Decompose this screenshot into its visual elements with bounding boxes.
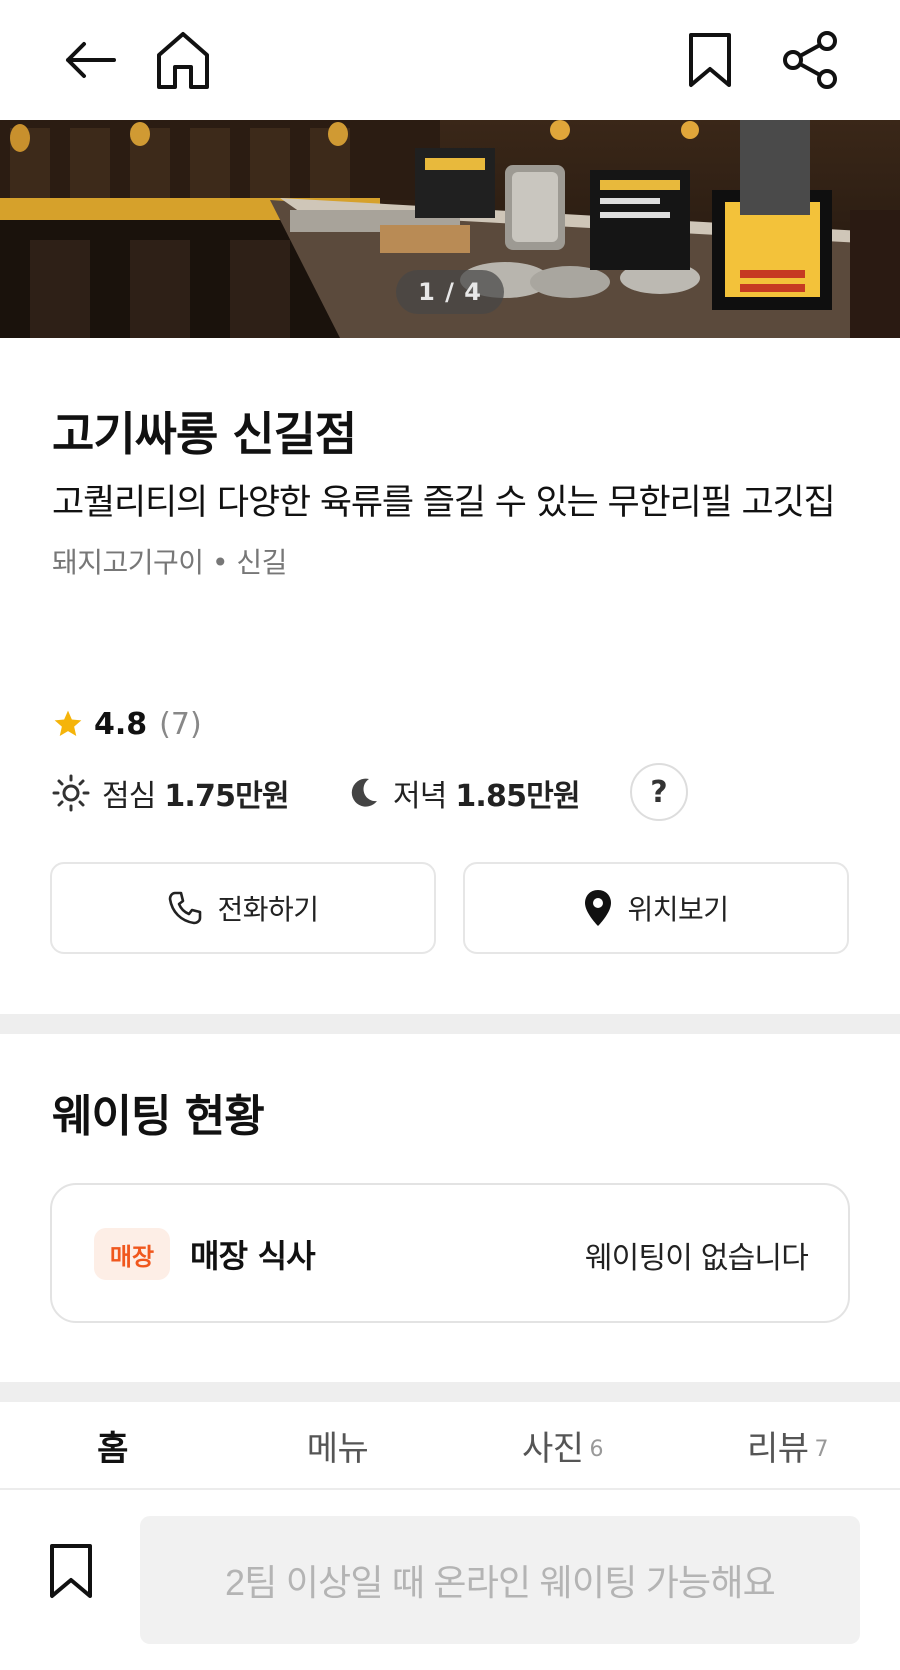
dinner-price: 저녁 1.85만원 bbox=[345, 765, 581, 821]
share-icon bbox=[783, 31, 837, 89]
rating-score: 4.8 bbox=[94, 706, 148, 742]
restaurant-description: 고퀄리티의 다양한 육류를 즐길 수 있는 무한리필 고깃집 bbox=[52, 483, 836, 523]
bookmark-icon bbox=[689, 33, 731, 87]
share-button[interactable] bbox=[775, 25, 845, 95]
waiting-type: 매장 식사 bbox=[190, 1237, 316, 1275]
section-divider bbox=[0, 1014, 900, 1034]
call-button[interactable]: 전화하기 bbox=[50, 862, 436, 954]
sun-icon bbox=[52, 774, 90, 812]
bottom-action-bar: 2팀 이상일 때 온라인 웨이팅 가능해요 bbox=[0, 1492, 900, 1670]
tab-reviews-count: 7 bbox=[814, 1436, 829, 1462]
tab-menu[interactable]: 메뉴 bbox=[225, 1402, 450, 1488]
home-button[interactable] bbox=[148, 25, 218, 95]
home-icon bbox=[157, 32, 209, 89]
back-arrow-icon bbox=[66, 42, 116, 78]
bookmark-button[interactable] bbox=[675, 25, 745, 95]
tab-home[interactable]: 홈 bbox=[0, 1402, 225, 1488]
bookmark-icon bbox=[50, 1544, 92, 1598]
section-divider bbox=[0, 1382, 900, 1402]
waiting-card: 매장 매장 식사 웨이팅이 없습니다 bbox=[50, 1183, 850, 1323]
restaurant-category: 돼지고기구이 • 신길 bbox=[52, 546, 287, 579]
image-counter: 1 / 4 bbox=[396, 270, 504, 314]
phone-icon bbox=[169, 891, 202, 925]
lunch-price: 점심 1.75만원 bbox=[52, 765, 290, 821]
hero-image-carousel[interactable]: 1 / 4 bbox=[0, 120, 900, 338]
top-bar bbox=[0, 0, 900, 120]
tab-photos[interactable]: 사진 6 bbox=[450, 1402, 675, 1488]
star-icon bbox=[54, 710, 82, 736]
review-count: (7) bbox=[159, 706, 202, 742]
dinner-value: 1.85만원 bbox=[455, 779, 580, 814]
tab-reviews-label: 리뷰 bbox=[746, 1428, 809, 1469]
moon-icon bbox=[351, 778, 377, 807]
call-label: 전화하기 bbox=[217, 893, 319, 926]
bottom-bookmark-button[interactable] bbox=[38, 1530, 104, 1612]
back-button[interactable] bbox=[55, 25, 125, 95]
waiting-status: 웨이팅이 없습니다 bbox=[584, 1241, 809, 1276]
rating-row[interactable]: 4.8 (7) bbox=[52, 702, 202, 746]
dinner-label: 저녁 bbox=[393, 779, 447, 814]
tab-photos-label: 사진 bbox=[521, 1428, 584, 1469]
lunch-label: 점심 bbox=[102, 779, 156, 814]
tab-home-label: 홈 bbox=[97, 1428, 128, 1469]
price-help-button[interactable]: ? bbox=[630, 763, 688, 821]
location-label: 위치보기 bbox=[627, 893, 729, 926]
waiting-section-title: 웨이팅 현황 bbox=[52, 1091, 265, 1142]
tab-bar: 홈 메뉴 사진 6 리뷰 7 bbox=[0, 1402, 900, 1490]
restaurant-info: 고기싸롱 신길점 고퀄리티의 다양한 육류를 즐길 수 있는 무한리필 고깃집 … bbox=[52, 405, 852, 581]
location-button[interactable]: 위치보기 bbox=[463, 862, 849, 954]
lunch-value: 1.75만원 bbox=[164, 779, 289, 814]
tab-menu-label: 메뉴 bbox=[306, 1428, 369, 1469]
tab-reviews[interactable]: 리뷰 7 bbox=[675, 1402, 900, 1488]
restaurant-name: 고기싸롱 신길점 bbox=[52, 407, 357, 461]
dine-in-badge: 매장 bbox=[94, 1228, 170, 1280]
tab-photos-count: 6 bbox=[589, 1436, 604, 1462]
online-waiting-button[interactable]: 2팀 이상일 때 온라인 웨이팅 가능해요 bbox=[140, 1516, 860, 1644]
map-pin-icon bbox=[585, 890, 612, 926]
